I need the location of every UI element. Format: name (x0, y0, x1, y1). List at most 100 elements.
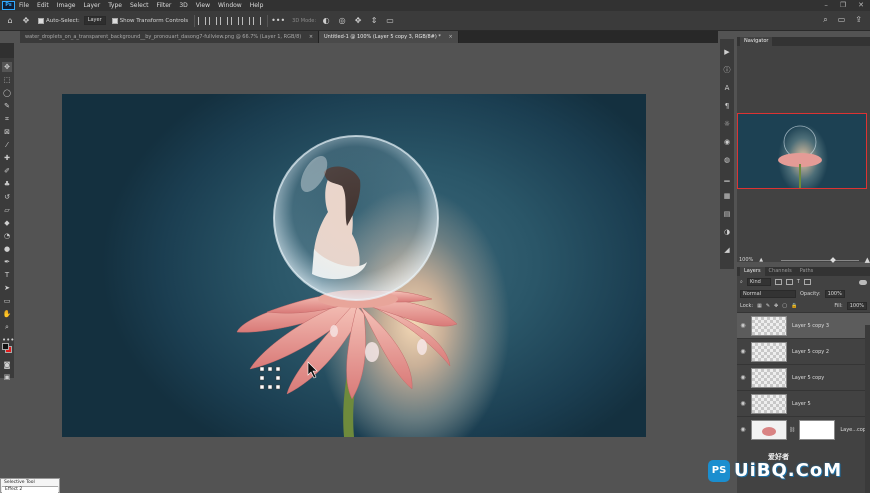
auto-select-checkbox[interactable]: Auto-Select: (38, 17, 80, 24)
quick-mask-icon[interactable]: ◙ (2, 360, 12, 370)
search-icon[interactable]: ⌕ (823, 15, 827, 25)
crop-tool-icon[interactable]: ⌗ (2, 114, 12, 124)
eyedropper-tool-icon[interactable]: ⁄ (2, 140, 12, 150)
foreground-color-swatch[interactable] (2, 343, 9, 350)
align-top-icon[interactable] (231, 16, 240, 25)
layer-row[interactable]: ◉ Layer 5 copy 3 (737, 312, 870, 338)
filter-shape-icon[interactable] (803, 279, 811, 285)
mask-link-icon[interactable]: ⛓ (789, 427, 795, 433)
menu-select[interactable]: Select (126, 2, 153, 9)
zoom-slider-knob[interactable] (830, 256, 836, 263)
restore-icon[interactable]: ❐ (840, 1, 846, 9)
hand-tool-icon[interactable]: ✋ (2, 309, 12, 319)
visibility-eye-icon[interactable]: ◉ (737, 322, 749, 329)
align-middle-icon[interactable] (242, 16, 251, 25)
path-select-icon[interactable]: ➤ (2, 283, 12, 293)
tab-navigator[interactable]: Navigator (740, 37, 773, 46)
paragraph-panel-icon[interactable]: ¶ (722, 101, 732, 111)
menu-filter[interactable]: Filter (153, 2, 176, 9)
layer-mask-thumbnail[interactable] (799, 419, 836, 440)
brush-tool-icon[interactable]: ✐ (2, 166, 12, 176)
fill-input[interactable]: 100% (846, 302, 867, 310)
move-tool-icon[interactable]: ✥ (20, 15, 32, 27)
menu-type[interactable]: Type (104, 2, 126, 9)
3d-slide-icon[interactable]: ⇕ (368, 15, 380, 27)
layer-row[interactable]: ◉ Layer 5 copy 2 (737, 338, 870, 364)
history-panel-icon[interactable]: ▶ (722, 47, 732, 57)
filter-kind-dropdown[interactable]: Kind (746, 278, 771, 286)
3d-roll-icon[interactable]: ◎ (336, 15, 348, 27)
share-icon[interactable]: ⇪ (855, 15, 862, 25)
filter-pixel-icon[interactable] (774, 279, 782, 285)
navigator-thumbnail[interactable] (737, 113, 867, 189)
tab-channels[interactable]: Channels (765, 267, 796, 276)
menu-view[interactable]: View (192, 2, 214, 9)
align-left-icon[interactable] (198, 16, 207, 25)
document-canvas[interactable] (62, 94, 646, 437)
menu-file[interactable]: File (15, 2, 33, 9)
transform-controls-checkbox[interactable]: Show Transform Controls (111, 17, 188, 24)
visibility-eye-icon[interactable]: ◉ (737, 400, 749, 407)
tab-water-droplets[interactable]: water_droplets_on_a_transparent_backgrou… (20, 31, 320, 43)
swatches-panel-icon[interactable]: ◍ (722, 155, 732, 165)
eraser-tool-icon[interactable]: ▱ (2, 205, 12, 215)
zoom-out-icon[interactable]: ▲ (759, 257, 763, 263)
move-tool-icon[interactable]: ✥ (2, 61, 12, 72)
blur-tool-icon[interactable]: ◔ (2, 231, 12, 241)
more-options-icon[interactable]: ••• (271, 15, 285, 27)
close-window-icon[interactable]: ✕ (858, 1, 864, 9)
filter-adjustment-icon[interactable] (785, 279, 793, 285)
visibility-eye-icon[interactable]: ◉ (737, 374, 749, 381)
lock-position-icon[interactable]: ✥ (774, 303, 778, 309)
menu-help[interactable]: Help (246, 2, 268, 9)
menu-3d[interactable]: 3D (175, 2, 191, 9)
workspace-icon[interactable]: ▭ (838, 15, 846, 25)
screen-mode-icon[interactable]: ▣ (2, 372, 12, 382)
zoom-in-icon[interactable]: ▲ (865, 256, 870, 264)
3d-orbit-icon[interactable]: ◐ (320, 15, 332, 27)
menu-window[interactable]: Window (214, 2, 246, 9)
menu-layer[interactable]: Layer (79, 2, 104, 9)
lasso-tool-icon[interactable]: ◯ (2, 88, 12, 98)
lock-pixels-icon[interactable]: ▦ (757, 303, 762, 309)
clone-stamp-icon[interactable]: ♣ (2, 179, 12, 189)
paths-panel-icon[interactable]: ◢ (722, 245, 732, 255)
transform-handles[interactable] (259, 366, 281, 390)
lock-artboard-icon[interactable]: ▢ (782, 303, 787, 309)
info-panel-icon[interactable]: ⓘ (722, 65, 732, 75)
type-tool-icon[interactable]: T (2, 270, 12, 280)
layer-row[interactable]: ◉ Layer 5 (737, 390, 870, 416)
learn-panel-icon[interactable]: ☼ (722, 119, 732, 129)
history-brush-icon[interactable]: ↺ (2, 192, 12, 202)
dodge-tool-icon[interactable]: ● (2, 244, 12, 254)
quick-select-tool-icon[interactable]: ✎ (2, 101, 12, 111)
zoom-tool-icon[interactable]: ⌕ (2, 322, 12, 332)
healing-brush-icon[interactable]: ✚ (2, 153, 12, 163)
minimize-icon[interactable]: – (824, 1, 828, 9)
tab-layers[interactable]: Layers (740, 267, 765, 276)
frame-tool-icon[interactable]: ⊠ (2, 127, 12, 137)
layer-row[interactable]: ◉ Layer 5 copy (737, 364, 870, 390)
visibility-eye-icon[interactable]: ◉ (737, 348, 749, 355)
opacity-input[interactable]: 100% (824, 290, 845, 298)
lock-paint-icon[interactable]: ✎ (766, 303, 770, 309)
align-right-icon[interactable] (220, 16, 229, 25)
histogram-panel-icon[interactable]: ▁ (722, 173, 732, 183)
libraries-panel-icon[interactable]: ▦ (722, 191, 732, 201)
align-bottom-icon[interactable] (253, 16, 262, 25)
pen-tool-icon[interactable]: ✒ (2, 257, 12, 267)
filter-type-icon[interactable]: T (797, 279, 800, 285)
tab-untitled-1[interactable]: Untitled-1 @ 100% (Layer 5 copy 3, RGB/8… (319, 31, 459, 43)
filter-toggle[interactable] (859, 279, 867, 285)
auto-select-target-dropdown[interactable]: Layer (83, 16, 106, 25)
channels-panel-icon[interactable]: ◑ (722, 227, 732, 237)
home-icon[interactable]: ⌂ (4, 15, 16, 27)
3d-pan-icon[interactable]: ✥ (352, 15, 364, 27)
adjustments-panel-icon[interactable]: ▤ (722, 209, 732, 219)
menu-image[interactable]: Image (53, 2, 80, 9)
menu-edit[interactable]: Edit (33, 2, 53, 9)
3d-scale-icon[interactable]: ▭ (384, 15, 396, 27)
marquee-tool-icon[interactable]: ⬚ (2, 75, 12, 85)
rectangle-tool-icon[interactable]: ▭ (2, 296, 12, 306)
color-panel-icon[interactable]: ◉ (722, 137, 732, 147)
